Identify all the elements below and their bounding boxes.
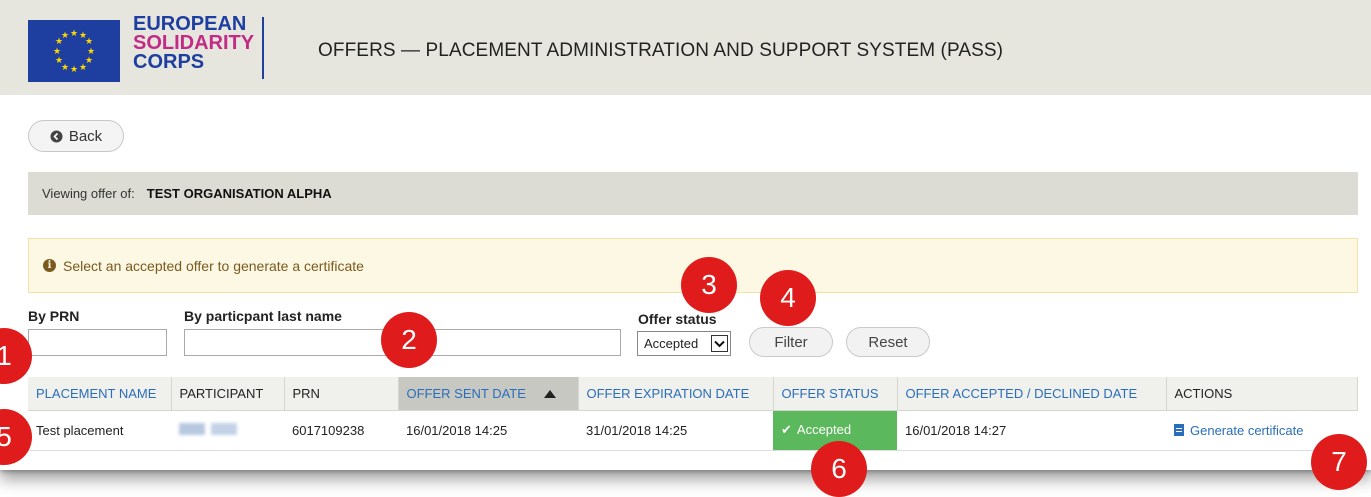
chevron-down-icon [711, 335, 728, 352]
col-offer-sent-date[interactable]: OFFER SENT DATE [398, 377, 579, 411]
blurred-participant-name [179, 422, 237, 435]
sort-ascending-icon [543, 390, 556, 399]
cell-participant [171, 410, 284, 451]
cell-expiration-date: 31/01/2018 14:25 [578, 410, 773, 451]
col-offer-accepted-date[interactable]: OFFER ACCEPTED / DECLINED DATE [897, 377, 1167, 411]
cell-prn: 6017109238 [284, 410, 398, 451]
back-button[interactable]: Back [28, 120, 124, 152]
svg-text:★: ★ [55, 56, 63, 66]
col-placement-name[interactable]: PLACEMENT NAME [28, 377, 172, 411]
page-frame: ★ ★ ★ ★ ★ ★ ★ ★ ★ ★ ★ ★ EUROPEAN SOLIDAR… [0, 0, 1371, 470]
prn-filter-label: By PRN [28, 308, 80, 324]
circle-arrow-left-icon [50, 130, 63, 142]
lastname-filter-label: By particpant last name [184, 308, 342, 324]
cell-accepted-date: 16/01/2018 14:27 [897, 410, 1166, 451]
col-actions: ACTIONS [1166, 377, 1358, 411]
status-filter-select[interactable]: Accepted [637, 331, 731, 356]
callout-badge-6: 6 [811, 441, 867, 497]
svg-text:★: ★ [79, 63, 87, 73]
callout-badge-3: 3 [681, 257, 737, 313]
eu-stars-icon: ★ ★ ★ ★ ★ ★ ★ ★ ★ ★ ★ ★ [53, 29, 95, 75]
cell-placement-name: Test placement [28, 410, 171, 451]
document-icon [1174, 423, 1184, 436]
callout-badge-7: 7 [1311, 434, 1367, 490]
svg-text:★: ★ [53, 47, 61, 57]
prn-filter-input[interactable] [28, 329, 167, 356]
generate-certificate-link[interactable]: Generate certificate [1174, 423, 1303, 438]
generate-certificate-label: Generate certificate [1190, 422, 1304, 438]
callout-badge-2: 2 [381, 312, 437, 368]
svg-text:★: ★ [70, 29, 78, 39]
back-button-label: Back [68, 127, 103, 145]
reset-button[interactable]: Reset [846, 327, 930, 357]
logo-divider [262, 17, 264, 79]
col-offer-sent-date-label: OFFER SENT DATE [406, 385, 526, 401]
col-prn: PRN [284, 377, 399, 411]
col-participant: PARTICIPANT [171, 377, 285, 411]
status-filter-label: Offer status [638, 311, 717, 327]
status-filter-value: Accepted [644, 336, 699, 351]
header: ★ ★ ★ ★ ★ ★ ★ ★ ★ ★ ★ ★ EUROPEAN SOLIDAR… [0, 0, 1371, 95]
offers-table: PLACEMENT NAME PARTICIPANT PRN OFFER SEN… [28, 377, 1358, 451]
table-row[interactable]: Test placement 6017109238 16/01/2018 14:… [28, 410, 1358, 451]
check-icon: ✔ [781, 422, 792, 437]
svg-text:★: ★ [70, 65, 78, 75]
svg-text:★: ★ [85, 37, 93, 47]
table-header-row: PLACEMENT NAME PARTICIPANT PRN OFFER SEN… [28, 377, 1358, 411]
callout-badge-4: 4 [760, 270, 816, 326]
viewing-offer-bar: Viewing offer of: TEST ORGANISATION ALPH… [28, 172, 1358, 215]
cell-sent-date: 16/01/2018 14:25 [398, 410, 578, 451]
corps-logo-text: EUROPEAN SOLIDARITY CORPS [133, 14, 254, 73]
col-offer-status[interactable]: OFFER STATUS [773, 377, 898, 411]
status-label: Accepted [796, 422, 852, 437]
info-icon: i [43, 259, 56, 272]
organisation-name: TEST ORGANISATION ALPHA [146, 186, 332, 201]
filter-button[interactable]: Filter [749, 327, 833, 357]
viewing-label: Viewing offer of: [42, 186, 135, 201]
logo-line-3: CORPS [133, 51, 205, 73]
svg-text:★: ★ [61, 31, 69, 41]
info-message: Select an accepted offer to generate a c… [63, 257, 364, 274]
col-offer-expiration-date[interactable]: OFFER EXPIRATION DATE [578, 377, 774, 411]
page-title: OFFERS — PLACEMENT ADMINISTRATION AND SU… [318, 40, 1004, 61]
eu-flag-logo: ★ ★ ★ ★ ★ ★ ★ ★ ★ ★ ★ ★ [28, 20, 120, 82]
